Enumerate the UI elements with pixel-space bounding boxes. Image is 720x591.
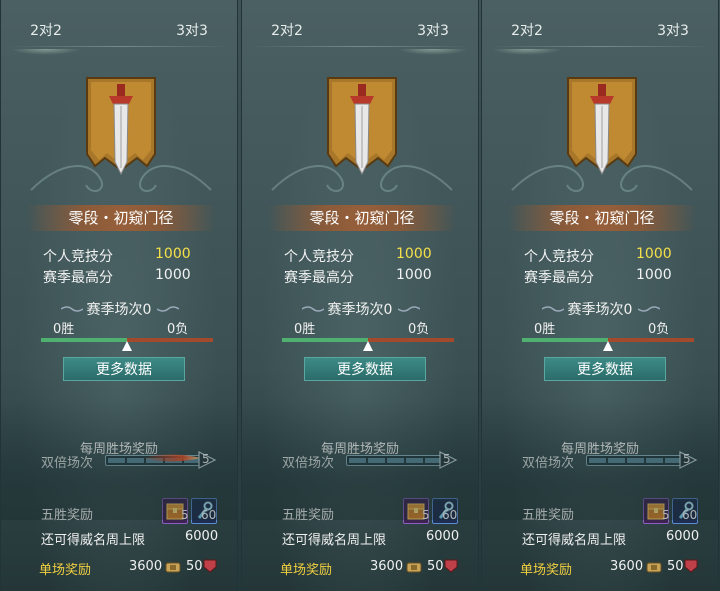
tab-divider [248,46,472,47]
tab-divider [7,46,231,47]
losses-count: 0负 [648,322,670,337]
season-best-label: 赛季最高分 [43,270,113,286]
double-matches-label: 双倍场次 [41,456,94,471]
tab-3v3[interactable]: 3对3 [388,19,478,55]
losses-count: 0负 [167,322,189,337]
tab-3v3[interactable]: 3对3 [628,19,718,43]
season-best-label: 赛季最高分 [524,270,594,286]
chest-item-count: 5 [181,508,189,522]
more-data-button[interactable]: 更多数据 [63,357,185,381]
double-matches-count: 5 [443,452,451,466]
tab-2v2[interactable]: 2对2 [242,19,332,43]
season-matches: 赛季场次0 [567,302,633,318]
personal-score-value: 1000 [396,246,432,262]
sword-banner-emblem [327,77,397,176]
season-best-value: 1000 [155,267,191,283]
double-flame-effect-icon [141,454,201,462]
rank-title: 零段・初窥门径 [267,205,457,231]
arena-panel-1: 2对2 3对3 零段・初窥门径 个人竞技分 1000 赛季最高分 1000 赛季… [0,0,238,591]
personal-score-row: 个人竞技分 1000 [43,246,191,266]
rank-title: 零段・初窥门径 [26,205,216,231]
season-deco-right-icon [157,306,179,312]
double-matches-progress [346,455,446,466]
five-win-reward-label: 五胜奖励 [522,508,575,523]
fame-limit-value: 6000 [426,529,460,544]
personal-score-label: 个人竞技分 [284,249,354,265]
coin-icon [165,562,181,573]
chest-item-count: 5 [422,508,430,522]
wins-count: 0胜 [534,322,556,337]
tab-divider [488,46,712,47]
single-badge-value: 50 [186,559,203,574]
wins-count: 0胜 [53,322,75,337]
single-reward-label: 单场奖励 [39,563,92,578]
mode-tabs: 2对2 3对3 [1,0,237,58]
season-best-row: 赛季最高分 1000 [284,267,432,287]
five-win-reward-label: 五胜奖励 [282,508,335,523]
win-loss-marker-icon [603,341,613,351]
win-loss-marker-icon [363,341,373,351]
shield-badge-icon [684,559,698,573]
season-best-row: 赛季最高分 1000 [43,267,191,287]
coin-icon [406,562,422,573]
personal-score-label: 个人竞技分 [43,249,113,265]
more-data-button[interactable]: 更多数据 [544,357,666,381]
more-data-button[interactable]: 更多数据 [304,357,426,381]
single-coin-value: 3600 [370,559,404,574]
win-loss-marker-icon [122,341,132,351]
personal-score-label: 个人竞技分 [524,249,594,265]
personal-score-row: 个人竞技分 1000 [524,246,672,266]
single-reward-label: 单场奖励 [520,563,573,578]
season-best-value: 1000 [396,267,432,283]
rank-title: 零段・初窥门径 [507,205,697,231]
season-matches: 赛季场次0 [327,302,393,318]
fame-limit-label: 还可得威名周上限 [41,533,146,548]
single-badge-value: 50 [667,559,684,574]
single-coin-value: 3600 [610,559,644,574]
single-coin-value: 3600 [129,559,163,574]
key-item-count: 60 [442,508,458,522]
double-matches-progress [586,455,686,466]
fame-limit-label: 还可得威名周上限 [522,533,627,548]
fame-limit-value: 6000 [185,529,219,544]
arena-panel-3: 2对2 3对3 零段・初窥门径 个人竞技分 1000 赛季最高分 1000 赛季… [481,0,719,591]
chest-item-count: 5 [662,508,670,522]
fame-limit-label: 还可得威名周上限 [282,533,387,548]
losses-count: 0负 [408,322,430,337]
personal-score-value: 1000 [636,246,672,262]
key-item-count: 60 [201,508,217,522]
tab-3v3[interactable]: 3对3 [147,19,237,43]
five-win-reward-label: 五胜奖励 [41,508,94,523]
season-best-row: 赛季最高分 1000 [524,267,672,287]
single-reward-label: 单场奖励 [280,563,333,578]
double-matches-label: 双倍场次 [282,456,335,471]
wins-count: 0胜 [294,322,316,337]
tab-2v2[interactable]: 2对2 [1,19,91,55]
personal-score-row: 个人竞技分 1000 [284,246,432,266]
sword-banner-emblem [567,77,637,176]
double-matches-label: 双倍场次 [522,456,575,471]
season-best-value: 1000 [636,267,672,283]
double-matches-count: 5 [202,452,210,466]
double-matches-count: 5 [683,452,691,466]
mode-tabs: 2对2 3对3 [242,0,478,58]
personal-score-value: 1000 [155,246,191,262]
tab-2v2[interactable]: 2对2 [482,19,572,55]
season-matches: 赛季场次0 [86,302,152,318]
single-badge-value: 50 [427,559,444,574]
shield-badge-icon [444,559,458,573]
arena-panel-2: 2对2 3对3 零段・初窥门径 个人竞技分 1000 赛季最高分 1000 赛季… [241,0,479,591]
season-deco-right-icon [398,306,420,312]
key-item-count: 60 [682,508,698,522]
sword-banner-emblem [86,77,156,176]
season-best-label: 赛季最高分 [284,270,354,286]
fame-limit-value: 6000 [666,529,700,544]
season-deco-right-icon [638,306,660,312]
mode-tabs: 2对2 3对3 [482,0,718,58]
shield-badge-icon [203,559,217,573]
coin-icon [646,562,662,573]
